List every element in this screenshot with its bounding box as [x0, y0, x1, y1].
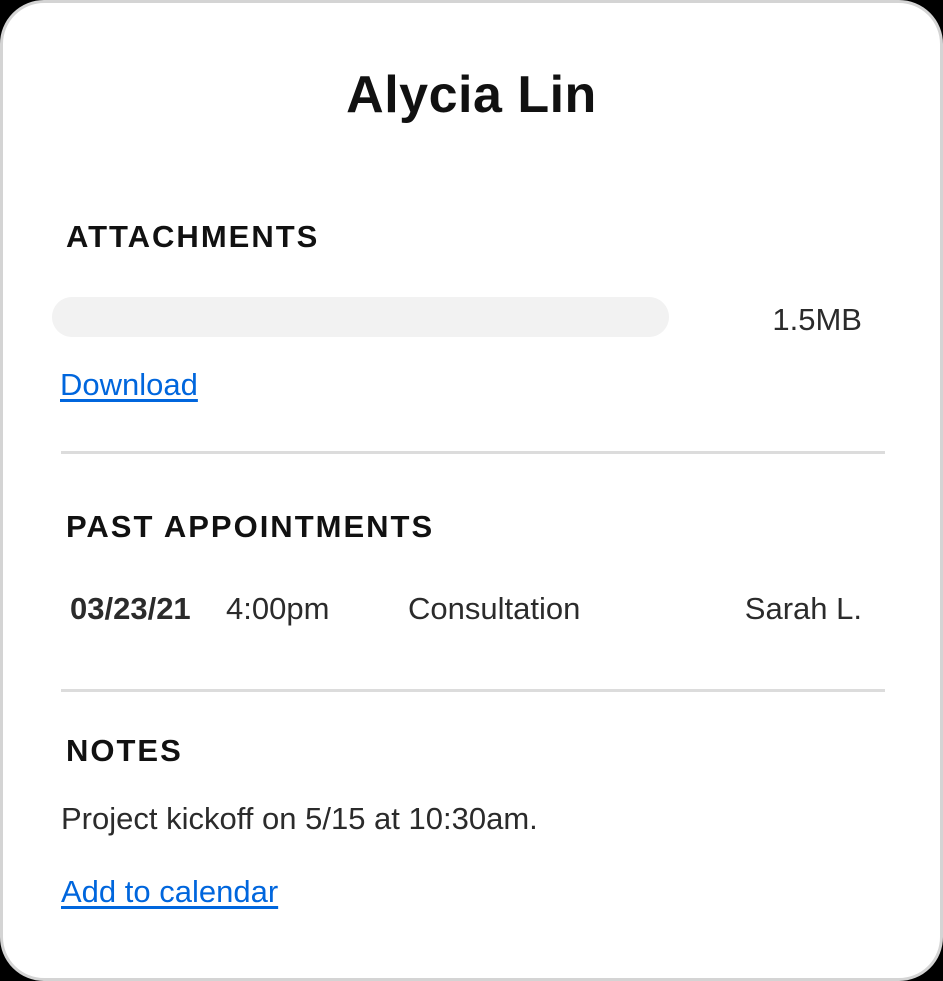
- section-divider: [61, 451, 885, 454]
- appointment-type: Consultation: [408, 591, 581, 626]
- section-divider: [61, 689, 885, 692]
- appointment-date: 03/23/21: [70, 591, 191, 626]
- attachment-file-bar[interactable]: [52, 297, 669, 337]
- appointment-staff: Sarah L.: [744, 591, 862, 626]
- appointment-row[interactable]: 03/23/21 4:00pm Consultation Sarah L.: [3, 591, 940, 631]
- appointment-time: 4:00pm: [226, 591, 330, 626]
- download-link[interactable]: Download: [60, 367, 198, 403]
- notes-heading: NOTES: [66, 733, 183, 768]
- notes-text: Project kickoff on 5/15 at 10:30am.: [61, 801, 538, 836]
- attachment-file-size: 1.5MB: [772, 302, 862, 337]
- add-to-calendar-link[interactable]: Add to calendar: [61, 874, 278, 910]
- client-detail-card: Alycia Lin ATTACHMENTS 1.5MB Download PA…: [0, 0, 943, 981]
- attachment-file-bar-fill: [52, 297, 669, 337]
- past-appointments-heading: PAST APPOINTMENTS: [66, 509, 435, 544]
- attachments-heading: ATTACHMENTS: [66, 219, 320, 254]
- client-name-title: Alycia Lin: [346, 66, 597, 124]
